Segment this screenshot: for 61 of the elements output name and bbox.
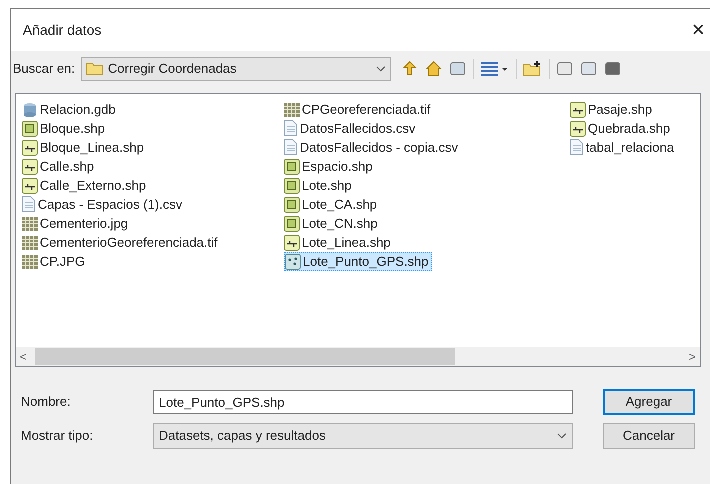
document-icon: [570, 139, 584, 156]
document-icon: [22, 196, 36, 213]
new-folder-icon[interactable]: [523, 60, 544, 78]
file-item[interactable]: Capas - Espacios (1).csv: [22, 195, 184, 214]
polygon-layer-icon: [284, 216, 300, 232]
chevron-down-icon: [557, 433, 567, 439]
line-layer-icon: [570, 102, 586, 118]
file-item[interactable]: Calle.shp: [22, 157, 96, 176]
file-item[interactable]: Lote.shp: [284, 176, 354, 195]
file-type-dropdown[interactable]: Datasets, capas y resultados: [153, 423, 573, 449]
file-type-label: Mostrar tipo:: [21, 427, 94, 446]
file-item[interactable]: Lote_CN.shp: [284, 214, 380, 233]
horizontal-scrollbar[interactable]: < >: [16, 347, 700, 366]
chevron-down-icon: [376, 66, 386, 72]
line-layer-icon: [22, 158, 38, 174]
document-icon: [284, 120, 298, 137]
document-icon: [284, 139, 298, 156]
file-item[interactable]: Bloque.shp: [22, 119, 108, 138]
scroll-right-arrow[interactable]: >: [688, 348, 696, 366]
line-layer-icon: [570, 120, 586, 136]
line-layer-icon: [284, 234, 300, 250]
name-field[interactable]: Lote_Punto_GPS.shp: [153, 390, 573, 414]
file-item[interactable]: Bloque_Linea.shp: [22, 138, 146, 157]
point-layer-icon: [285, 254, 301, 270]
line-layer-icon: [22, 140, 38, 156]
file-item[interactable]: Lote_Punto_GPS.shp: [284, 252, 432, 271]
scroll-left-arrow[interactable]: <: [20, 348, 28, 366]
file-item[interactable]: CP.JPG: [22, 252, 88, 271]
file-item[interactable]: Relacion.gdb: [22, 100, 118, 119]
up-folder-icon[interactable]: [401, 60, 420, 78]
file-item[interactable]: Cementerio.jpg: [22, 214, 130, 233]
home-icon[interactable]: [425, 60, 444, 78]
folder-icon: [86, 62, 104, 76]
window-title: Añadir datos: [23, 20, 102, 40]
file-item[interactable]: Calle_Externo.shp: [22, 176, 148, 195]
file-item[interactable]: Espacio.shp: [284, 157, 375, 176]
file-item[interactable]: Quebrada.shp: [570, 119, 672, 138]
line-layer-icon: [22, 178, 38, 194]
add-button[interactable]: Agregar: [603, 389, 695, 415]
raster-grid-icon: [22, 254, 38, 270]
close-button[interactable]: ×: [692, 19, 705, 41]
raster-grid-icon: [22, 234, 38, 250]
location-dropdown[interactable]: Corregir Coordenadas: [81, 57, 392, 81]
file-item[interactable]: DatosFallecidos.csv: [284, 119, 418, 138]
name-label: Nombre:: [21, 393, 72, 412]
raster-grid-icon: [284, 102, 300, 118]
raster-grid-icon: [22, 216, 38, 232]
file-item[interactable]: DatosFallecidos - copia.csv: [284, 138, 460, 157]
look-in-label: Buscar en:: [13, 60, 76, 78]
polygon-layer-icon: [284, 178, 300, 194]
cancel-button[interactable]: Cancelar: [603, 423, 695, 449]
list-view-icon[interactable]: [480, 60, 510, 78]
polygon-layer-icon: [284, 158, 300, 174]
polygon-layer-icon: [22, 120, 38, 136]
file-item[interactable]: tabal_relaciona: [570, 138, 676, 157]
file-item[interactable]: CementerioGeoreferenciada.tif: [22, 233, 220, 252]
file-item[interactable]: Lote_Linea.shp: [284, 233, 393, 252]
polygon-layer-icon: [284, 196, 300, 212]
file-item[interactable]: Pasaje.shp: [570, 100, 654, 119]
file-item[interactable]: Lote_CA.shp: [284, 195, 380, 214]
file-item[interactable]: CPGeoreferenciada.tif: [284, 100, 433, 119]
